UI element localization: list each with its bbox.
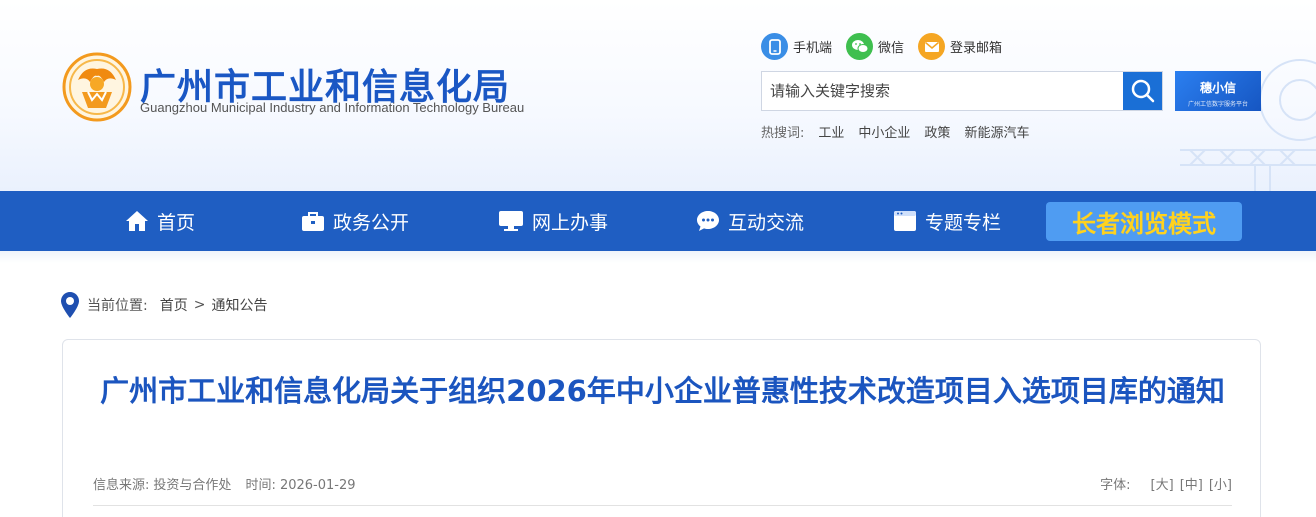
elder-mode-label: 长者浏览模式 bbox=[1072, 210, 1216, 238]
nav-item-special-topics[interactable]: 专题专栏 bbox=[893, 191, 1001, 251]
bureau-logo-icon bbox=[62, 52, 132, 122]
hot-word[interactable]: 中小企业 bbox=[858, 122, 910, 141]
nav-item-label: 政务公开 bbox=[333, 211, 410, 234]
font-large-button[interactable]: [大] bbox=[1151, 474, 1174, 493]
home-icon bbox=[126, 211, 148, 231]
window-icon bbox=[894, 211, 916, 231]
mail-link-label: 登录邮箱 bbox=[950, 41, 1003, 56]
app-badge-subtitle: 广州工信数字服务平台 bbox=[1187, 101, 1248, 108]
search-icon bbox=[1131, 79, 1154, 103]
article-title: 广州市工业和信息化局关于组织2026年中小企业普惠性技术改造项目入选项目库的通知 bbox=[100, 374, 1225, 408]
quick-links: 手机端 微信 登录邮箱 bbox=[761, 33, 1002, 60]
nav-item-label: 互动交流 bbox=[728, 211, 805, 234]
app-badge[interactable]: 穗小信 广州工信数字服务平台 bbox=[1175, 71, 1261, 111]
briefcase-icon bbox=[302, 212, 324, 231]
mobile-icon bbox=[761, 33, 788, 60]
nav-item-home[interactable]: 首页 bbox=[125, 191, 195, 251]
time-label: 时间: bbox=[245, 478, 276, 493]
mobile-link-label: 手机端 bbox=[793, 41, 833, 56]
chat-icon bbox=[697, 211, 719, 231]
hot-word[interactable]: 新能源汽车 bbox=[964, 122, 1029, 141]
mail-icon bbox=[918, 33, 946, 60]
article-panel: 广州市工业和信息化局关于组织2026年中小企业普惠性技术改造项目入选项目库的通知… bbox=[62, 339, 1261, 517]
article-meta: 信息来源: 投资与合作处 时间: 2026-01-29 字体: [大] [中] [小… bbox=[93, 474, 1232, 493]
mobile-link[interactable]: 手机端 bbox=[761, 33, 832, 60]
font-size-label: 字体: bbox=[1100, 478, 1131, 493]
source-label: 信息来源: bbox=[93, 478, 150, 493]
wechat-icon bbox=[846, 33, 874, 60]
search-box bbox=[761, 71, 1163, 111]
elder-mode-button[interactable]: 长者浏览模式 bbox=[1046, 202, 1242, 241]
location-pin-icon bbox=[61, 292, 79, 318]
article-meta-left: 信息来源: 投资与合作处 时间: 2026-01-29 bbox=[93, 474, 360, 493]
hot-words: 热搜词: 工业 中小企业 政策 新能源汽车 bbox=[761, 122, 1029, 141]
breadcrumb-label: 当前位置: bbox=[87, 298, 148, 314]
nav-item-government-affairs[interactable]: 政务公开 bbox=[301, 191, 409, 251]
meta-divider bbox=[93, 505, 1232, 506]
nav-item-interaction[interactable]: 互动交流 bbox=[696, 191, 804, 251]
search-input[interactable] bbox=[762, 72, 1123, 110]
wechat-link[interactable]: 微信 bbox=[846, 33, 904, 60]
wechat-link-label: 微信 bbox=[878, 41, 905, 56]
font-size-control: 字体: [大] [中] [小] bbox=[1100, 474, 1232, 493]
search-button[interactable] bbox=[1123, 72, 1162, 110]
font-small-button[interactable]: [小] bbox=[1209, 474, 1232, 493]
breadcrumb-separator: > bbox=[193, 297, 206, 313]
hot-word[interactable]: 政策 bbox=[924, 122, 950, 141]
mail-link[interactable]: 登录邮箱 bbox=[918, 33, 1002, 60]
breadcrumb-notices-link[interactable]: 通知公告 bbox=[211, 295, 267, 315]
hot-word[interactable]: 工业 bbox=[818, 122, 844, 141]
site-subtitle: Guangzhou Municipal Industry and Informa… bbox=[140, 100, 525, 115]
nav-item-label: 首页 bbox=[157, 211, 196, 234]
site-header: 广州市工业和信息化局 Guangzhou Municipal Industry … bbox=[0, 0, 1316, 191]
monitor-icon bbox=[499, 211, 523, 231]
breadcrumb-home-link[interactable]: 首页 bbox=[160, 295, 188, 315]
gear-decoration-icon bbox=[1180, 59, 1316, 191]
app-badge-title: 穗小信 bbox=[1199, 81, 1236, 95]
hot-words-label: 热搜词: bbox=[761, 126, 805, 141]
font-medium-button[interactable]: [中] bbox=[1180, 474, 1203, 493]
nav-shadow bbox=[0, 251, 1316, 263]
breadcrumb: 当前位置: 首页 > 通知公告 bbox=[60, 291, 267, 319]
nav-item-label: 专题专栏 bbox=[925, 211, 1002, 234]
source-value: 投资与合作处 bbox=[153, 478, 232, 493]
time-value: 2026-01-29 bbox=[279, 478, 356, 493]
nav-item-online-services[interactable]: 网上办事 bbox=[498, 191, 608, 251]
nav-item-label: 网上办事 bbox=[532, 211, 609, 234]
